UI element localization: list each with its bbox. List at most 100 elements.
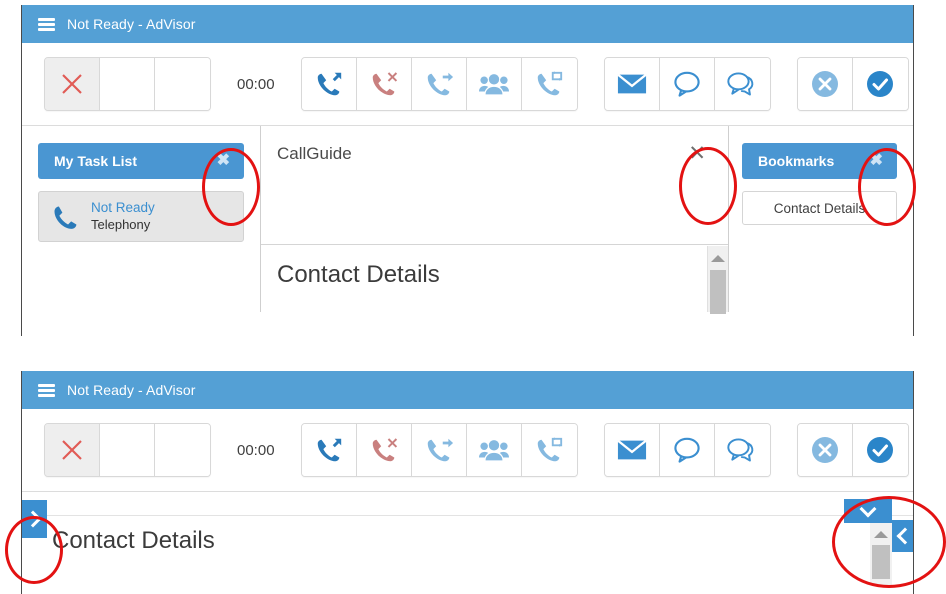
double-chat-bubble-icon [727,438,754,462]
phone-consult-icon [537,71,563,96]
reject-button[interactable] [797,58,853,110]
phone-consult-icon [537,437,563,462]
hamburger-icon[interactable] [38,383,55,397]
callguide-panel: CallGuide ✕ [261,126,728,245]
end-call-button[interactable] [356,424,412,476]
envelope-icon [616,439,647,460]
chat-button[interactable] [659,58,715,110]
hamburger-icon[interactable] [38,17,55,31]
bookmarks-title: Bookmarks [758,153,835,169]
secondary-divider [22,515,913,516]
advisor-window-bottom: Not Ready - AdVisor 00:00 Contact Detail… [21,371,914,594]
circle-x-icon [811,437,838,463]
bookmarks-close-button[interactable]: ✖ [870,153,883,169]
envelope-icon [616,73,647,94]
conference-call-button[interactable] [466,424,522,476]
expand-left-panel-tab[interactable] [22,500,47,538]
circle-check-icon [867,437,894,463]
state-button-group [44,423,211,477]
state-slot-3-button[interactable] [155,424,210,476]
red-x-icon [62,440,82,460]
transfer-call-button[interactable] [411,58,467,110]
callguide-column: CallGuide ✕ Contact Details [261,126,729,314]
call-button-group [300,423,578,477]
my-task-list-close-button[interactable]: ✖ [217,153,230,169]
task-list-item[interactable]: Not Ready Telephony [38,191,244,242]
callguide-close-button[interactable]: ✕ [688,143,706,164]
call-button-group [300,57,578,111]
contact-details-title: Contact Details [52,527,215,554]
action-button-group [796,57,909,111]
not-ready-state-button[interactable] [45,424,100,476]
circle-check-icon [867,71,894,97]
titlebar-top: Not Ready - AdVisor [22,5,913,43]
email-button[interactable] [604,424,660,476]
scroll-down-tab[interactable] [844,499,892,523]
scroll-up-arrow-icon[interactable] [874,531,888,538]
my-task-list-title: My Task List [54,153,137,169]
panel-area: My Task List ✖ Not Ready Telephony CallG… [22,126,913,314]
state-button-group [44,57,211,111]
phone-hangup-icon [372,72,397,96]
scrollbar-thumb[interactable] [872,545,890,579]
chat-bubble-icon [673,71,700,97]
task-item-text: Not Ready Telephony [91,200,155,233]
conference-people-icon [478,74,509,95]
chevron-left-icon [896,527,913,545]
bookmarks-column: Bookmarks ✖ Contact Details [729,126,913,312]
scrollbar-thumb[interactable] [710,270,726,314]
chat-bubble-icon [673,437,700,463]
multi-chat-button[interactable] [714,58,770,110]
callguide-title: CallGuide [277,144,352,163]
contact-details-panel: Contact Details [261,245,728,311]
accept-button[interactable] [852,58,908,110]
conference-people-icon [478,440,509,461]
task-status: Not Ready [91,199,155,215]
make-call-button[interactable] [301,58,357,110]
conference-call-button[interactable] [466,58,522,110]
accept-button[interactable] [852,424,908,476]
collapse-right-panel-tab[interactable] [892,520,913,552]
email-button[interactable] [604,58,660,110]
contact-details-title: Contact Details [277,261,440,288]
bottom-body: Contact Details [22,491,913,594]
titlebar-bottom: Not Ready - AdVisor [22,371,913,409]
advisor-window-top: Not Ready - AdVisor 00:00 My Task List ✖… [21,5,914,336]
red-x-icon [62,74,82,94]
phone-transfer-icon [427,72,453,96]
phone-hangup-icon [372,438,397,462]
consult-call-button[interactable] [521,58,577,110]
message-button-group [603,423,771,477]
state-slot-2-button[interactable] [100,424,155,476]
chevron-down-icon [859,500,877,517]
page-scrollbar[interactable] [870,523,892,585]
phone-transfer-icon [427,438,453,462]
contact-details-scrollbar[interactable] [707,246,728,314]
transfer-call-button[interactable] [411,424,467,476]
call-timer: 00:00 [237,441,275,459]
scroll-up-arrow-icon[interactable] [711,255,725,262]
phone-outgoing-icon [317,438,341,462]
bookmark-item-contact-details[interactable]: Contact Details [742,191,897,225]
window-title: Not Ready - AdVisor [67,382,196,398]
phone-outgoing-icon [317,72,341,96]
make-call-button[interactable] [301,424,357,476]
consult-call-button[interactable] [521,424,577,476]
message-button-group [603,57,771,111]
window-title: Not Ready - AdVisor [67,16,196,32]
reject-button[interactable] [797,424,853,476]
task-channel: Telephony [91,216,151,232]
not-ready-state-button[interactable] [45,58,100,110]
action-button-group [796,423,909,477]
circle-x-icon [811,71,838,97]
chat-button[interactable] [659,424,715,476]
call-timer: 00:00 [237,75,275,93]
my-task-list-header: My Task List ✖ [38,143,244,179]
multi-chat-button[interactable] [714,424,770,476]
state-slot-2-button[interactable] [100,58,155,110]
bookmarks-header: Bookmarks ✖ [742,143,897,179]
phone-icon [51,203,79,231]
end-call-button[interactable] [356,58,412,110]
chevron-right-icon [24,510,41,528]
state-slot-3-button[interactable] [155,58,210,110]
